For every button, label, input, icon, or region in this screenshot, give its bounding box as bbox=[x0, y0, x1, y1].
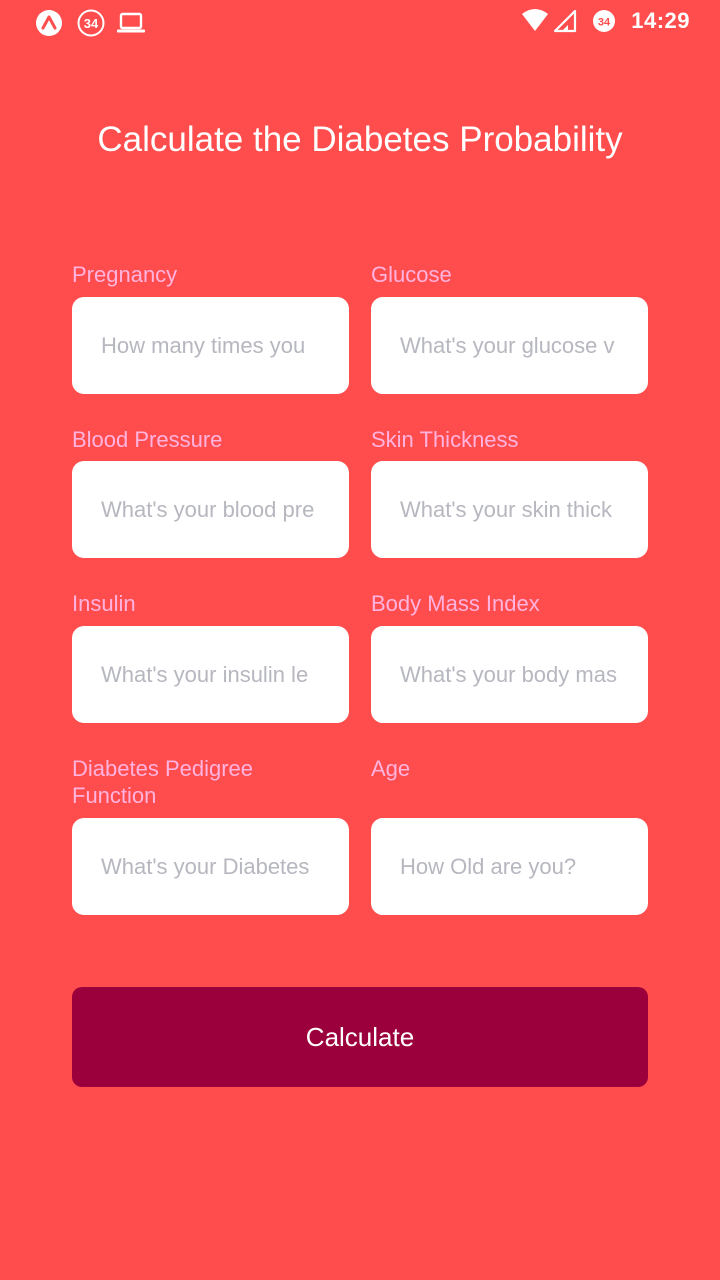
status-bar-left: 34 bbox=[34, 8, 146, 38]
notification-badge-icon: 34 bbox=[76, 8, 106, 38]
pregnancy-input[interactable] bbox=[72, 297, 349, 394]
calculate-button[interactable]: Calculate bbox=[72, 987, 648, 1087]
battery-saver-icon: 34 bbox=[591, 8, 617, 34]
insulin-label: Insulin bbox=[72, 591, 136, 616]
field-pregnancy: Pregnancy bbox=[72, 261, 349, 288]
blood-pressure-input[interactable] bbox=[72, 461, 349, 558]
status-bar-right: 34 14:29 bbox=[521, 8, 690, 34]
pregnancy-label: Pregnancy bbox=[72, 262, 178, 287]
status-time: 14:29 bbox=[631, 8, 690, 33]
signal-icon bbox=[553, 8, 577, 34]
insulin-input[interactable] bbox=[72, 626, 349, 723]
wifi-icon bbox=[521, 8, 549, 34]
field-age: Age bbox=[371, 755, 648, 782]
diabetes-pedigree-label: Diabetes Pedigree Function bbox=[72, 756, 254, 808]
field-glucose: Glucose bbox=[371, 261, 648, 288]
glucose-input[interactable] bbox=[371, 297, 648, 394]
body-mass-index-label: Body Mass Index bbox=[371, 591, 540, 616]
field-skin-thickness: Skin Thickness bbox=[371, 426, 648, 453]
field-blood-pressure: Blood Pressure bbox=[72, 426, 349, 453]
app-logo-icon bbox=[34, 8, 64, 38]
page-title: Calculate the Diabetes Probability bbox=[97, 120, 623, 159]
field-body-mass-index: Body Mass Index bbox=[371, 590, 648, 617]
field-insulin: Insulin bbox=[72, 590, 349, 617]
blood-pressure-label: Blood Pressure bbox=[72, 427, 223, 452]
body-mass-index-input[interactable] bbox=[371, 626, 648, 723]
laptop-icon bbox=[116, 11, 146, 35]
glucose-label: Glucose bbox=[371, 262, 452, 287]
skin-thickness-input[interactable] bbox=[371, 461, 648, 558]
battery-saver-count: 34 bbox=[598, 17, 611, 29]
age-input[interactable] bbox=[371, 818, 648, 915]
notification-badge-count: 34 bbox=[84, 16, 99, 31]
status-bar: 34 34 14:29 bbox=[0, 0, 720, 44]
skin-thickness-label: Skin Thickness bbox=[371, 427, 519, 452]
age-label: Age bbox=[371, 756, 411, 781]
field-diabetes-pedigree: Diabetes Pedigree Function bbox=[72, 755, 302, 809]
diabetes-pedigree-input[interactable] bbox=[72, 818, 349, 915]
